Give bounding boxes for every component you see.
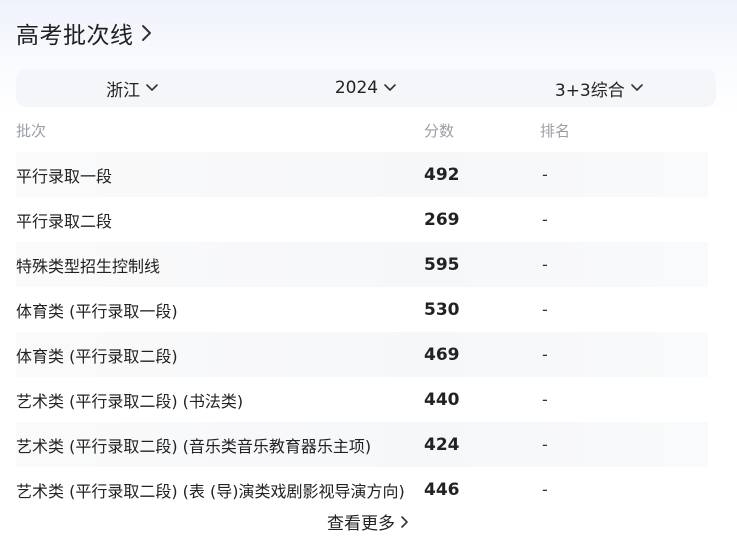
province-label: 浙江	[106, 80, 141, 101]
score-cell: 269	[424, 209, 460, 230]
chevron-right-icon	[141, 25, 151, 41]
table-row: 艺术类 (平行录取二段) (书法类) 440 -	[16, 377, 708, 422]
rank-cell: -	[542, 435, 548, 454]
table-row: 体育类 (平行录取二段) 469 -	[16, 332, 708, 377]
score-table: 平行录取一段 492 - 平行录取二段 269 - 特殊类型招生控制线 595 …	[16, 152, 708, 512]
score-cell: 446	[424, 479, 460, 500]
chevron-down-icon	[146, 84, 158, 91]
column-header-score: 分数	[424, 122, 455, 140]
score-cell: 492	[424, 164, 460, 185]
rank-cell: -	[542, 165, 548, 184]
rank-cell: -	[542, 210, 548, 229]
page-title-link[interactable]: 高考批次线	[16, 14, 154, 52]
chevron-down-icon	[630, 84, 643, 91]
subject-dropdown[interactable]: 3+3综合	[483, 69, 716, 107]
score-cell: 530	[424, 299, 460, 320]
year-label: 2024	[334, 78, 379, 98]
page-title: 高考批次线	[16, 23, 134, 49]
rank-cell: -	[542, 390, 548, 409]
subject-label: 3+3综合	[554, 80, 625, 101]
batch-cell: 平行录取一段	[16, 166, 113, 186]
batch-cell: 体育类 (平行录取二段)	[16, 346, 178, 366]
table-row: 特殊类型招生控制线 595 -	[16, 242, 708, 287]
table-row: 平行录取一段 492 -	[16, 152, 708, 197]
batch-cell: 特殊类型招生控制线	[16, 256, 161, 276]
rank-cell: -	[542, 255, 548, 274]
chevron-down-icon	[384, 84, 396, 91]
score-cell: 469	[424, 344, 460, 365]
filter-bar: 浙江 2024 3+3综合	[16, 69, 716, 107]
table-row: 艺术类 (平行录取二段) (表 (导)演类戏剧影视导演方向) 446 -	[16, 467, 708, 512]
batch-cell: 艺术类 (平行录取二段) (表 (导)演类戏剧影视导演方向)	[16, 481, 405, 501]
province-dropdown[interactable]: 浙江	[16, 69, 249, 107]
year-dropdown[interactable]: 2024	[249, 69, 482, 107]
batch-cell: 艺术类 (平行录取二段) (音乐类音乐教育器乐主项)	[16, 436, 372, 456]
see-more-label: 查看更多	[327, 514, 395, 534]
chevron-right-icon	[401, 515, 408, 528]
table-row: 艺术类 (平行录取二段) (音乐类音乐教育器乐主项) 424 -	[16, 422, 708, 467]
table-header: 批次 分数 排名	[16, 120, 708, 144]
rank-cell: -	[542, 300, 548, 319]
score-cell: 424	[424, 434, 460, 455]
see-more-button[interactable]: 查看更多	[0, 509, 737, 534]
batch-cell: 艺术类 (平行录取二段) (书法类)	[16, 391, 244, 411]
column-header-rank: 排名	[540, 122, 571, 140]
score-cell: 595	[424, 254, 460, 275]
batch-cell: 平行录取二段	[16, 211, 113, 231]
score-cell: 440	[424, 389, 460, 410]
column-header-batch: 批次	[16, 122, 47, 140]
rank-cell: -	[542, 480, 548, 499]
rank-cell: -	[542, 345, 548, 364]
table-row: 体育类 (平行录取一段) 530 -	[16, 287, 708, 332]
batch-cell: 体育类 (平行录取一段)	[16, 301, 178, 321]
table-row: 平行录取二段 269 -	[16, 197, 708, 242]
